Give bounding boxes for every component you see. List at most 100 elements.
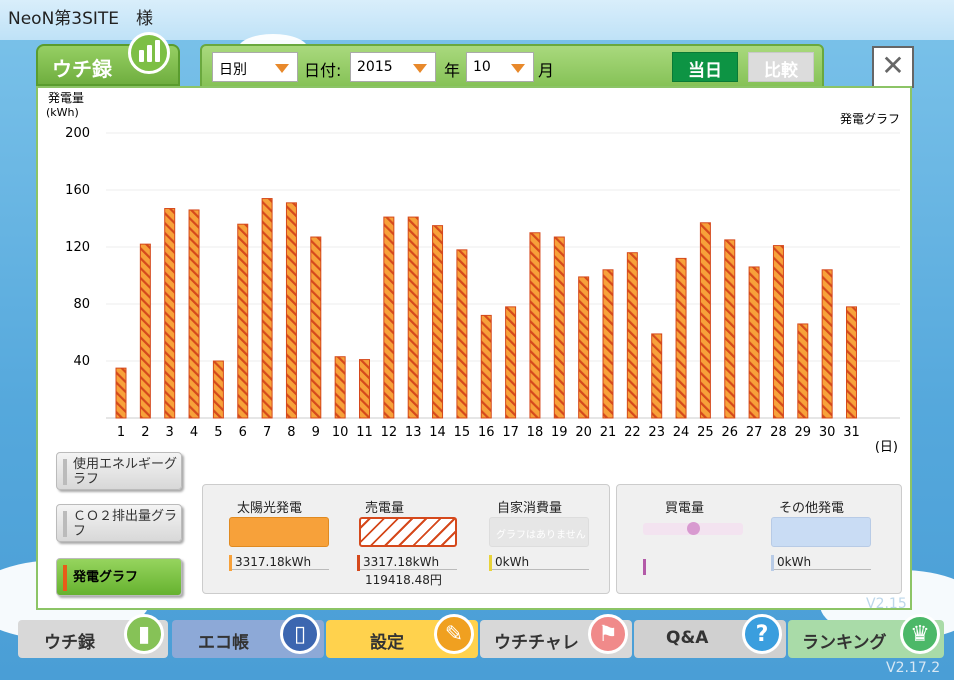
bar-day-19 [553,236,565,419]
x-tick-label: 13 [405,425,422,440]
bar-day-15 [456,249,468,419]
bar-day-27 [748,266,760,419]
close-icon: ✕ [881,49,905,82]
graph-panel: 発電量 (kWh) 発電グラフ (日) 40 80 120 160 200 1 2 3 4 5 6 7… [36,86,912,610]
legend-buy-marker [643,559,646,575]
legend-buy-dot [687,522,700,535]
x-tick-label: 15 [454,425,471,440]
tab-uchiroku[interactable]: ウチ録 [36,32,180,86]
x-tick-label: 21 [600,425,617,440]
bar-day-31 [846,306,857,419]
x-tick-label: 9 [312,425,320,440]
x-tick-label: 5 [214,425,222,440]
x-tick-label: 24 [673,425,690,440]
y-tick-label: 40 [73,354,90,369]
x-tick-label: 2 [141,425,149,440]
generation-graph-button[interactable]: 発電グラフ [56,558,182,596]
bar-day-24 [675,257,687,419]
app-version: V2.17.2 [886,660,941,676]
y-tick-label: 120 [65,240,90,255]
nav-uchiroku[interactable]: ウチ録 ▮ [18,614,168,658]
bar-day-21 [602,269,614,419]
x-tick-label: 10 [332,425,349,440]
x-tick-label: 28 [770,425,787,440]
wrench-icon: ✎ [434,614,474,654]
x-tick-label: 25 [697,425,714,440]
bar-day-12 [383,216,395,419]
co2-graph-button[interactable]: ＣＯ２排出量グラフ [56,504,182,542]
notebook-icon: ▯ [280,614,320,654]
bar-day-8 [285,202,297,419]
y-tick-label: 160 [65,183,90,198]
nav-settings[interactable]: 設定 ✎ [326,614,478,658]
tab-label: ウチ録 [52,57,112,81]
flag-icon: ⚑ [588,614,628,654]
year-select-value: 2015 [357,59,393,75]
bar-day-9 [310,236,322,419]
nav-qa-label: Q&A [666,628,709,648]
inner-version: V2.15 [866,596,907,612]
bar-day-7 [261,198,273,419]
x-tick-label: 6 [239,425,247,440]
x-tick-label: 29 [795,425,812,440]
x-tick-label: 11 [356,425,373,440]
legend-box-generation: 太陽光発電 3317.18kWh 売電量 3317.18kWh 119418.4… [202,484,610,594]
bar-day-26 [724,239,736,419]
mode-select-value: 日別 [219,62,247,78]
year-select[interactable]: 2015 [350,52,436,82]
month-label: 月 [538,61,555,80]
nav-qa[interactable]: Q&A? [634,614,786,658]
date-label: 日付: [304,61,342,80]
x-tick-label: 4 [190,425,198,440]
x-tick-label: 7 [263,425,271,440]
bar-day-5 [212,360,224,419]
x-tick-label: 14 [429,425,446,440]
bar-day-23 [651,333,663,419]
energy-graph-button[interactable]: 使用エネルギーグラフ [56,452,182,490]
legend-solar-value: 3317.18kWh [229,555,329,571]
nav-ranking[interactable]: ランキング ♛ [788,614,944,658]
x-tick-label: 26 [721,425,738,440]
x-tick-label: 12 [381,425,398,440]
bar-day-17 [505,306,517,419]
x-tick-label: 31 [843,425,860,440]
legend-self-note: グラフはありません [489,517,589,547]
x-tick-label: 16 [478,425,495,440]
today-button[interactable]: 当日 [672,52,738,82]
y-tick-label: 200 [65,126,90,141]
generation-graph-label: 発電グラフ [73,570,139,585]
legend-sell-label: 売電量 [365,501,405,516]
year-label: 年 [444,61,461,80]
nav-uchichare[interactable]: ウチチャレ ⚑ [480,614,632,658]
bar-day-28 [772,245,784,419]
dropdown-arrow-icon [511,64,525,73]
nav-ecocho-label: エコ帳 [198,633,249,653]
bar-day-29 [797,323,809,419]
x-tick-label: 22 [624,425,641,440]
bar-day-22 [626,252,638,419]
nav-uchichare-label: ウチチャレ [494,633,579,653]
legend-solar-label: 太陽光発電 [237,501,303,516]
bar-day-3 [164,208,176,419]
nav-settings-label: 設定 [370,633,404,653]
x-tick-label: 17 [502,425,519,440]
nav-uchiroku-label: ウチ録 [44,633,95,653]
energy-graph-label: 使用エネルギーグラフ [73,457,178,487]
mode-select[interactable]: 日別 [212,52,298,82]
bar-day-6 [237,223,249,419]
legend-sell-yen: 119418.48円 [365,573,442,587]
co2-graph-label: ＣＯ２排出量グラフ [73,509,178,539]
x-tick-label: 3 [166,425,174,440]
month-select[interactable]: 10 [466,52,534,82]
y-tick-label: 80 [73,297,90,312]
close-button[interactable]: ✕ [872,46,914,88]
bar-day-2 [139,243,151,419]
legend-buy-swatch [643,522,743,535]
nav-ecocho[interactable]: エコ帳 ▯ [172,614,324,658]
legend-buy-label: 買電量 [665,501,705,516]
legend-solar-swatch [229,517,329,547]
bar-day-14 [432,225,444,419]
bar-day-30 [821,269,833,419]
compare-button[interactable]: 比較 [748,52,814,82]
x-tick-label: 30 [819,425,836,440]
